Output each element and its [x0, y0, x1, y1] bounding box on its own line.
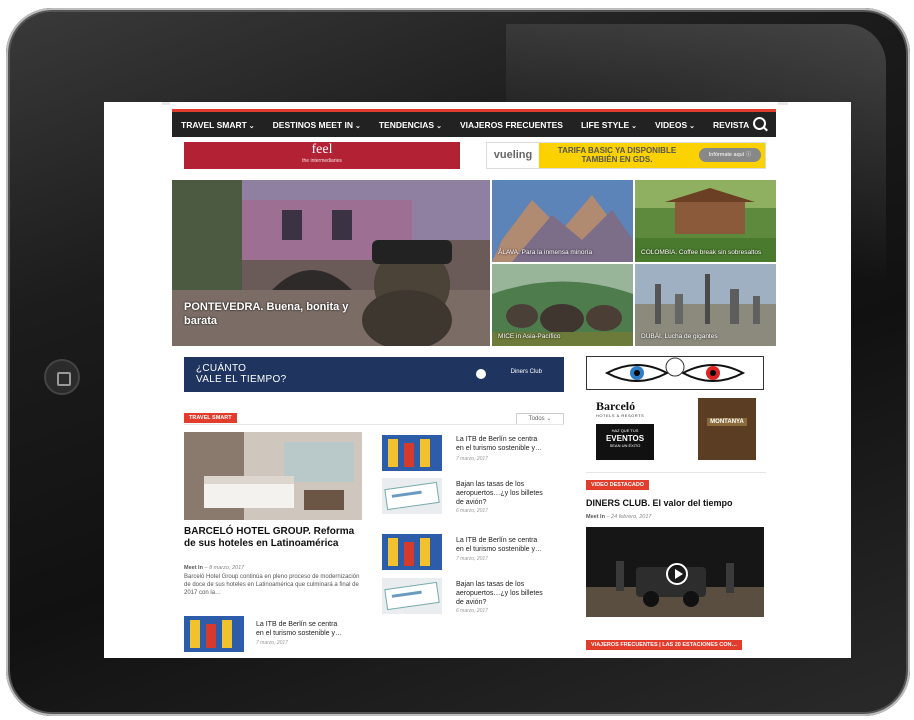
- website-page: TRAVEL SMART ⌄ DESTINOS MEET IN ⌄ TENDENCI…: [170, 102, 778, 658]
- hero-tile-mice[interactable]: MICE in Asia-Pacífico: [492, 264, 633, 346]
- featured-article-image[interactable]: [184, 432, 362, 520]
- nav-travel-smart[interactable]: TRAVEL SMART ⌄: [172, 120, 264, 130]
- tablet-screen: TRAVEL SMART ⌄ DESTINOS MEET IN ⌄ TENDENCI…: [104, 102, 851, 658]
- nav-label: DESTINOS MEET IN: [272, 119, 353, 130]
- feel-ad-banner[interactable]: feel the intermediaries: [184, 142, 460, 169]
- montanya-logo: MONTANYA: [707, 418, 747, 426]
- diners-ad-headline: ¿CUÁNTO VALE EL TIEMPO?: [196, 363, 286, 385]
- viajeros-frecuentes-badge[interactable]: VIAJEROS FRECUENTES | LAS 20 ESTACIONES …: [586, 640, 742, 650]
- post-date: – 8 marzo, 2017: [202, 565, 245, 571]
- nav-videos[interactable]: VIDEOS ⌄: [646, 120, 704, 130]
- article-date: 7 marzo, 2017: [456, 556, 488, 562]
- article-title[interactable]: La ITB de Berlín se centra en el turismo…: [256, 620, 346, 638]
- article-title[interactable]: Bajan las tasas de los aeropuertos…¿y lo…: [456, 480, 546, 507]
- hero-main-caption[interactable]: PONTEVEDRA. Buena, bonita y barata: [184, 300, 384, 328]
- hero-tile-caption: ÁLAVA. Para la inmensa minoría: [498, 249, 593, 256]
- hotel-room-image: [184, 432, 362, 520]
- boarding-pass-image: [382, 478, 442, 514]
- chevron-down-icon: ⌄: [689, 122, 695, 130]
- vueling-logo: vueling: [487, 143, 539, 168]
- feel-ad-title: feel: [311, 142, 333, 157]
- nav-tendencias[interactable]: TENDENCIAS ⌄: [370, 120, 451, 130]
- main-nav: TRAVEL SMART ⌄ DESTINOS MEET IN ⌄ TENDENCI…: [172, 109, 776, 137]
- barcelo-events-box: HAZ QUE TUS EVENTOS SEAN UN ÉXITO: [596, 424, 654, 460]
- article-thumbnail[interactable]: [382, 478, 442, 514]
- play-icon[interactable]: [666, 563, 688, 585]
- nav-revista[interactable]: REVISTA: [704, 120, 758, 130]
- hero-main-tile[interactable]: PONTEVEDRA. Buena, bonita y barata: [172, 180, 490, 346]
- article-date: 7 marzo, 2017: [256, 640, 288, 646]
- hero-tile-caption: MICE in Asia-Pacífico: [498, 333, 561, 340]
- barcelo-logo: Barceló: [596, 399, 636, 413]
- author-name[interactable]: Meet In: [586, 514, 605, 520]
- nav-label: TENDENCIAS: [378, 119, 435, 130]
- search-icon[interactable]: [753, 117, 766, 130]
- barcelo-ad[interactable]: Barceló HOTELS & RESORTS HAZ QUE TUS EVE…: [596, 399, 654, 464]
- article-thumbnail[interactable]: [382, 578, 442, 614]
- chevron-down-icon: ⌄: [631, 122, 637, 130]
- barcelo-subtitle: HOTELS & RESORTS: [596, 413, 645, 418]
- hero-tile-dubai[interactable]: DUBÁI. Lucha de gigantes: [635, 264, 776, 346]
- diners-ad-line2: VALE EL TIEMPO?: [196, 374, 287, 385]
- eyes-ad-banner[interactable]: [586, 356, 764, 390]
- video-player[interactable]: [586, 527, 764, 617]
- chevron-down-icon: ⌄: [436, 122, 442, 130]
- article-date: 6 marzo, 2017: [456, 608, 488, 614]
- article-thumbnail[interactable]: [382, 435, 442, 471]
- article-title[interactable]: Bajan las tasas de los aeropuertos…¿y lo…: [456, 580, 546, 607]
- itb-flags-image: [184, 616, 244, 652]
- article-title[interactable]: La ITB de Berlín se centra en el turismo…: [456, 536, 546, 554]
- article-title[interactable]: La ITB de Berlín se centra en el turismo…: [456, 435, 546, 453]
- featured-article-title[interactable]: BARCELÓ HOTEL GROUP. Reforma de sus hote…: [184, 526, 364, 550]
- article-date: 7 marzo, 2017: [456, 456, 488, 462]
- article-date: 6 marzo, 2017: [456, 508, 488, 514]
- section-divider: [184, 424, 564, 425]
- diners-ad-banner[interactable]: ¿CUÁNTO VALE EL TIEMPO? Diners Club: [184, 357, 564, 392]
- nav-destinos-meet-in[interactable]: DESTINOS MEET IN ⌄: [264, 120, 370, 130]
- montanya-ad[interactable]: MONTANYA: [698, 398, 756, 460]
- post-date: – 24 febrero, 2017: [604, 514, 652, 520]
- diners-ad-line1: ¿CUÁNTO: [196, 363, 247, 374]
- sidebar-divider: [586, 472, 766, 473]
- chevron-down-icon: ⌄: [248, 122, 255, 130]
- chevron-down-icon: ⌄: [354, 122, 361, 130]
- vueling-ad-banner[interactable]: vueling TARIFA BASIC YA DISPONIBLE TAMBI…: [486, 142, 766, 169]
- diners-brand: Diners Club: [510, 369, 542, 375]
- section-badge-travel-smart[interactable]: TRAVEL SMART: [184, 413, 237, 423]
- featured-article-meta: Meet In – 8 marzo, 2017: [184, 565, 244, 571]
- barcelo-box-line1: HAZ QUE TUS: [611, 428, 639, 433]
- tablet-frame: TRAVEL SMART ⌄ DESTINOS MEET IN ⌄ TENDENCI…: [6, 8, 910, 716]
- nav-label: LIFE STYLE: [580, 119, 630, 130]
- tablet-home-button[interactable]: [44, 359, 80, 395]
- nav-label: VIAJEROS FRECUENTES: [459, 119, 563, 130]
- barcelo-box-line2: EVENTOS: [605, 434, 645, 443]
- hero-tile-alava[interactable]: ÁLAVA. Para la inmensa minoría: [492, 180, 633, 262]
- featured-article-excerpt: Barceló Hotel Group continúa en pleno pr…: [184, 574, 360, 596]
- article-thumbnail[interactable]: [184, 616, 244, 652]
- vueling-cta-button[interactable]: Infórmate aquí ⓘ: [699, 148, 761, 162]
- author-name[interactable]: Meet In: [184, 565, 203, 571]
- diners-logo-icon: [476, 369, 486, 379]
- hero-tile-caption: COLOMBIA. Coffee break sin sobresaltos: [641, 249, 762, 256]
- barcelo-box-line3: SEAN UN ÉXITO: [609, 443, 641, 448]
- hero-tile-colombia[interactable]: COLOMBIA. Coffee break sin sobresaltos: [635, 180, 776, 262]
- feel-ad-subtitle: the intermediaries: [302, 158, 342, 164]
- boarding-pass-image: [382, 578, 442, 614]
- itb-flags-image: [382, 435, 442, 471]
- video-meta: Meet In – 24 febrero, 2017: [586, 514, 651, 520]
- video-destacado-badge[interactable]: VIDEO DESTACADO: [586, 480, 650, 490]
- video-title[interactable]: DINERS CLUB. El valor del tiempo: [586, 498, 766, 508]
- hero-tile-caption: DUBÁI. Lucha de gigantes: [641, 333, 718, 340]
- nav-label: TRAVEL SMART: [181, 119, 247, 130]
- vueling-promo-text: TARIFA BASIC YA DISPONIBLE TAMBIÉN EN GD…: [557, 146, 677, 164]
- nav-viajeros-frecuentes[interactable]: VIAJEROS FRECUENTES: [451, 120, 572, 130]
- nav-label: VIDEOS: [655, 119, 688, 130]
- article-thumbnail[interactable]: [382, 534, 442, 570]
- nav-life-style[interactable]: LIFE STYLE ⌄: [572, 120, 646, 130]
- eyes-illustration: [604, 357, 746, 382]
- nav-label: REVISTA: [713, 119, 750, 130]
- itb-flags-image: [382, 534, 442, 570]
